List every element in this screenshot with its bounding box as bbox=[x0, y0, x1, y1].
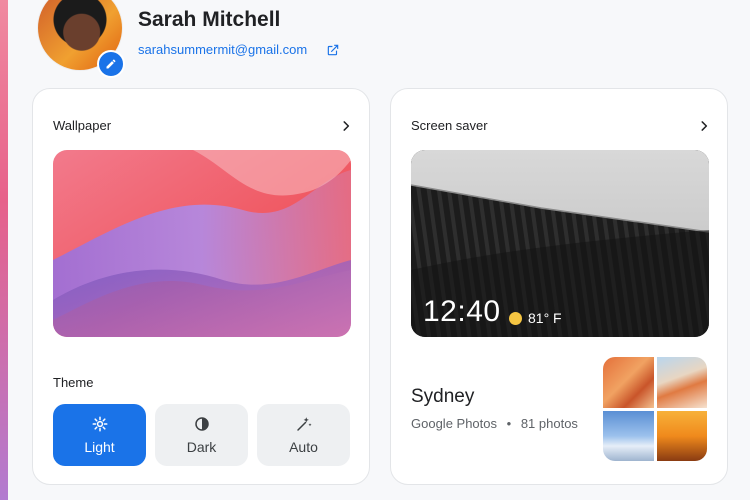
wallpaper-title[interactable]: Wallpaper bbox=[53, 118, 111, 133]
album-separator: • bbox=[506, 416, 512, 431]
sun-icon bbox=[509, 312, 522, 325]
edit-avatar-button[interactable] bbox=[97, 50, 125, 78]
half-circle-icon bbox=[193, 415, 211, 433]
screensaver-temperature: 81° F bbox=[528, 310, 562, 326]
theme-light-label: Light bbox=[84, 439, 115, 455]
theme-dark-label: Dark bbox=[186, 439, 217, 455]
album-collage[interactable] bbox=[603, 357, 707, 461]
album-photo bbox=[603, 410, 654, 461]
theme-auto-label: Auto bbox=[289, 439, 318, 455]
theme-auto-button[interactable]: Auto bbox=[257, 404, 350, 466]
pencil-icon bbox=[106, 59, 116, 69]
wallpaper-card: Wallpaper Theme Light Dark Auto bbox=[32, 88, 370, 485]
profile-email[interactable]: sarahsummermit@gmail.com bbox=[138, 42, 307, 57]
profile-name: Sarah Mitchell bbox=[138, 8, 281, 31]
open-external-icon[interactable] bbox=[326, 43, 340, 62]
screensaver-clock: 12:40 bbox=[423, 295, 501, 328]
album-photo bbox=[603, 357, 654, 408]
screensaver-preview[interactable]: 12:40 81° F bbox=[411, 150, 709, 337]
theme-light-button[interactable]: Light bbox=[53, 404, 146, 466]
theme-dark-button[interactable]: Dark bbox=[155, 404, 248, 466]
album-title[interactable]: Sydney bbox=[411, 386, 474, 408]
album-source: Google Photos bbox=[411, 416, 498, 431]
chevron-right-icon[interactable] bbox=[339, 119, 353, 138]
wallpaper-preview[interactable] bbox=[53, 150, 351, 337]
album-photo bbox=[656, 357, 707, 408]
album-photo bbox=[656, 410, 707, 461]
gear-icon bbox=[91, 415, 109, 433]
album-count: 81 photos bbox=[520, 416, 578, 431]
album-meta: Google Photos • 81 photos bbox=[411, 416, 578, 431]
screensaver-title[interactable]: Screen saver bbox=[411, 118, 488, 133]
left-edge-decoration bbox=[0, 0, 8, 500]
theme-label: Theme bbox=[53, 375, 94, 390]
chevron-right-icon[interactable] bbox=[697, 119, 711, 138]
screensaver-card: Screen saver 12:40 81° F Sydney Google P… bbox=[390, 88, 728, 485]
sparkle-wand-icon bbox=[295, 415, 313, 433]
